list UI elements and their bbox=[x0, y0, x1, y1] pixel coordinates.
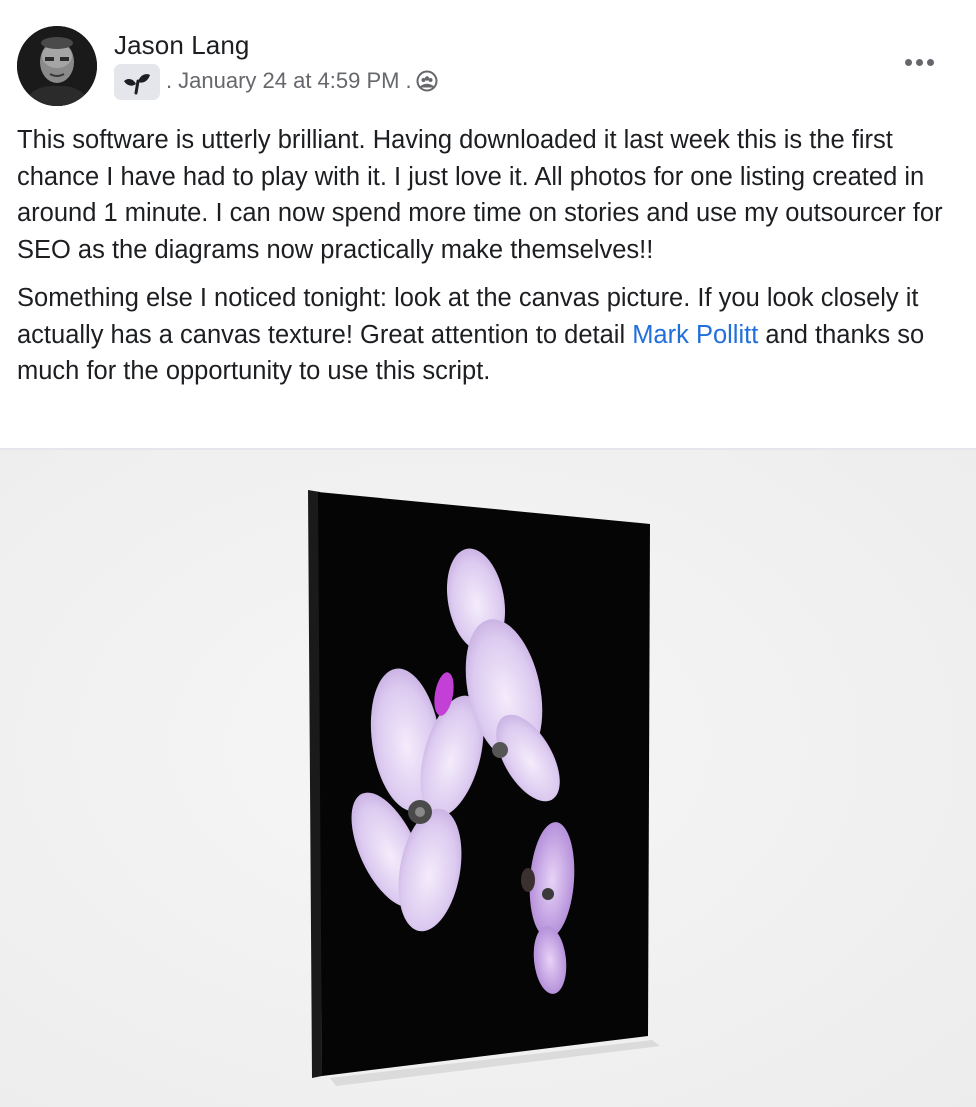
post-meta: . January 24 at 4:59 PM . bbox=[166, 66, 438, 96]
author-name[interactable]: Jason Lang bbox=[114, 30, 249, 61]
post-paragraph: Something else I noticed tonight: look a… bbox=[17, 280, 957, 390]
more-options-button[interactable] bbox=[896, 48, 942, 76]
new-member-badge[interactable] bbox=[114, 64, 160, 100]
meta-separator: . bbox=[166, 68, 173, 93]
author-avatar[interactable] bbox=[17, 26, 97, 106]
more-dot bbox=[915, 58, 923, 66]
more-dot bbox=[926, 58, 934, 66]
sprout-icon bbox=[124, 74, 150, 95]
post-text: This software is utterly brilliant. Havi… bbox=[17, 122, 957, 402]
meta-separator: . bbox=[405, 68, 412, 93]
post-header: Jason Lang . January 24 at 4:59 PM . bbox=[0, 0, 976, 120]
canvas-print-image bbox=[0, 450, 976, 1107]
more-dot bbox=[904, 58, 912, 66]
mention-link[interactable]: Mark Pollitt bbox=[632, 321, 758, 349]
members-group-icon[interactable] bbox=[416, 70, 438, 92]
post-paragraph: This software is utterly brilliant. Havi… bbox=[17, 126, 943, 264]
post-timestamp[interactable]: January 24 at 4:59 PM bbox=[178, 68, 399, 94]
post-photo[interactable] bbox=[0, 450, 976, 1107]
